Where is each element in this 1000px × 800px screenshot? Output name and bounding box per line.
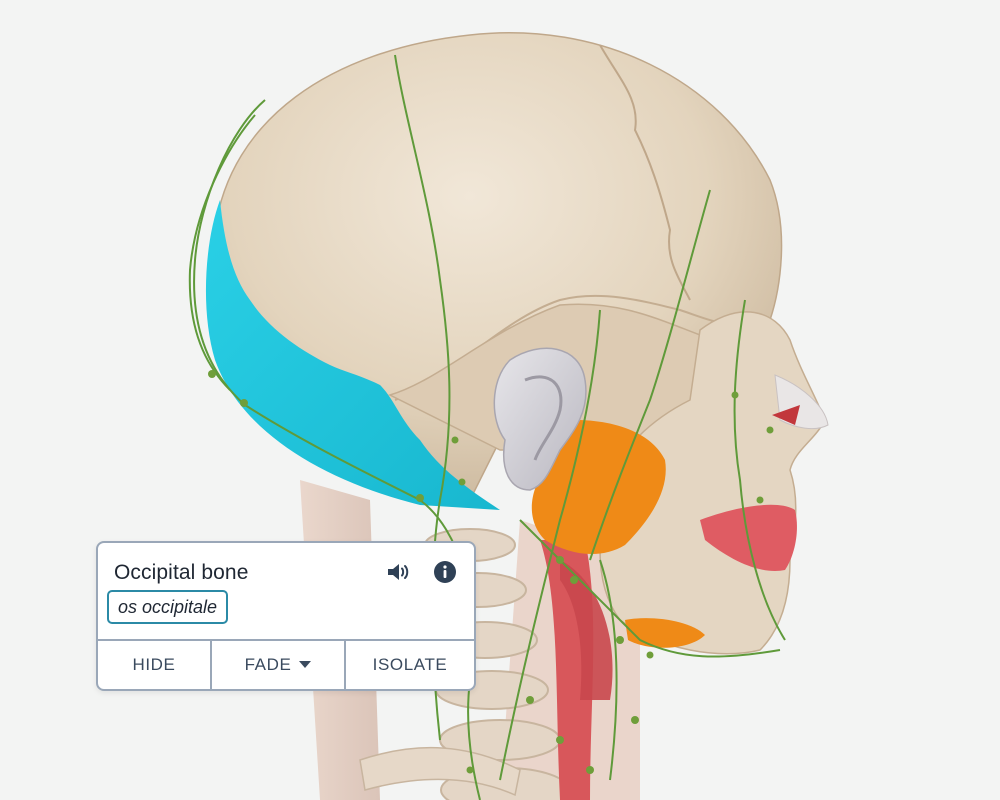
fade-button[interactable]: FADE bbox=[210, 641, 344, 689]
speaker-icon[interactable] bbox=[385, 559, 411, 585]
isolate-label: ISOLATE bbox=[372, 655, 448, 674]
structure-title: Occipital bone bbox=[114, 561, 249, 584]
fade-label: FADE bbox=[244, 655, 292, 674]
structure-info-card: Occipital bone os occipitale HIDE FADE I… bbox=[96, 541, 476, 691]
isolate-button[interactable]: ISOLATE bbox=[344, 641, 474, 689]
info-icon[interactable] bbox=[432, 559, 458, 585]
hide-button[interactable]: HIDE bbox=[98, 641, 210, 689]
caret-down-icon bbox=[299, 661, 312, 668]
card-actions: HIDE FADE ISOLATE bbox=[98, 639, 474, 689]
latin-name-chip[interactable]: os occipitale bbox=[107, 590, 229, 624]
hide-label: HIDE bbox=[132, 655, 176, 674]
